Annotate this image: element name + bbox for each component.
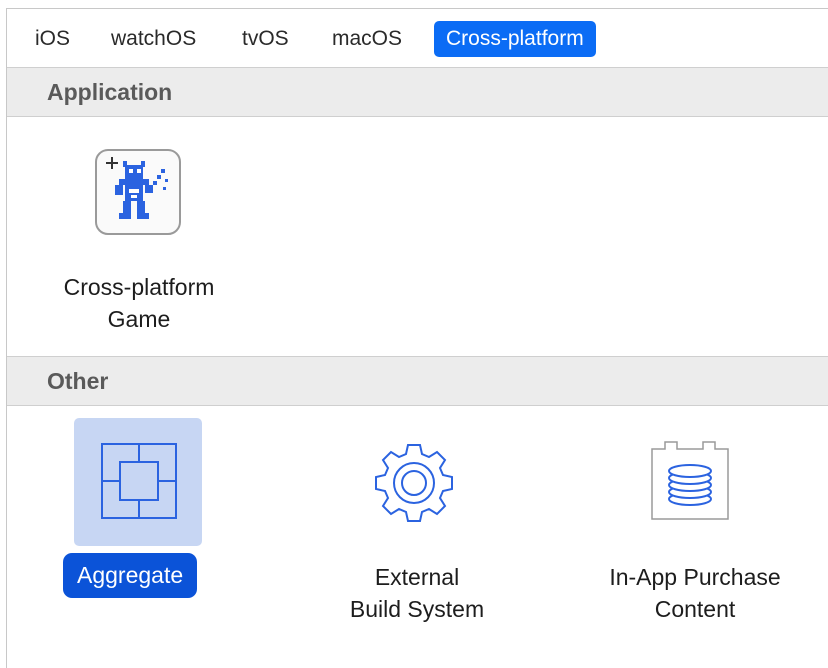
game-sprite-icon <box>95 149 181 235</box>
aggregate-icon <box>101 443 177 519</box>
gear-icon <box>375 444 453 522</box>
tab-cross-platform[interactable]: Cross-platform <box>434 21 596 57</box>
tab-watchos[interactable]: watchOS <box>99 21 208 57</box>
section-title: Other <box>47 368 109 394</box>
template-label: Aggregate <box>63 553 198 598</box>
template-label: In-App Purchase Content <box>609 564 781 622</box>
tab-macos[interactable]: macOS <box>320 21 414 57</box>
in-app-purchase-icon <box>651 441 729 520</box>
platform-tab-bar: iOS watchOS tvOS macOS Cross-platform <box>7 9 828 66</box>
section-header-other: Other <box>7 356 828 406</box>
tab-tvos[interactable]: tvOS <box>230 21 301 57</box>
template-chooser: iOS watchOS tvOS macOS Cross-platform Ap… <box>6 8 828 668</box>
template-label: External Build System <box>349 564 485 622</box>
tab-ios[interactable]: iOS <box>23 21 82 57</box>
section-header-application: Application <box>7 67 828 117</box>
section-title: Application <box>47 79 173 105</box>
template-label: Cross-platform Game <box>63 274 215 332</box>
